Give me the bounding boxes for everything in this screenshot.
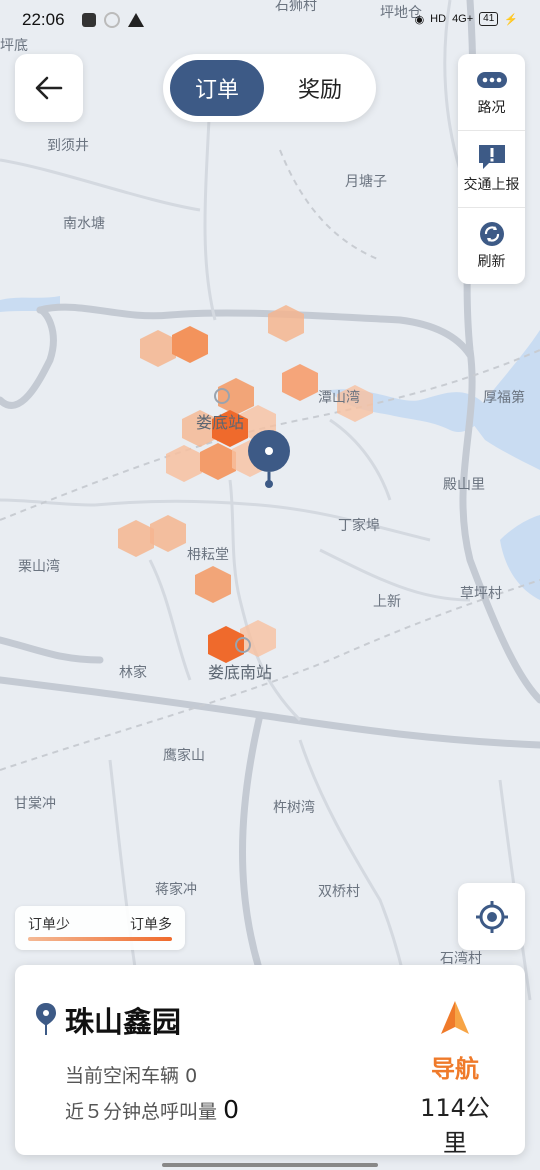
map-label: 双桥村: [318, 883, 360, 899]
hd-badge: HD: [430, 13, 447, 25]
map-label: 林家: [119, 664, 147, 680]
traffic-label: 路况: [477, 100, 506, 116]
map-label: 枏耘堂: [187, 546, 229, 562]
navigation-arrow-icon: [441, 1001, 469, 1034]
map-label: 潭山湾: [318, 389, 360, 405]
crosshair-icon: [475, 900, 508, 933]
map-label: 杵树湾: [273, 799, 315, 815]
map-label: 殿山里: [443, 476, 485, 492]
notification-icon: [82, 13, 96, 27]
calls-value: 0: [223, 1095, 239, 1124]
map-label: 丁家埠: [338, 517, 380, 533]
idle-vehicles-label: 当前空闲车辆: [65, 1065, 180, 1087]
traffic-report-label: 交通上报: [463, 177, 520, 193]
location-pin-icon: [36, 1003, 56, 1035]
calls-row: 近５分钟总呼叫量 0: [65, 1095, 239, 1124]
heatmap-legend: 订单少 订单多: [15, 906, 185, 950]
idle-vehicles-value: 0: [185, 1065, 198, 1087]
map-label: 娄底站: [196, 414, 244, 432]
traffic-button[interactable]: 路况: [458, 54, 525, 130]
map-label: 月塘子: [345, 173, 387, 189]
map-label: 草坪村: [460, 585, 502, 601]
refresh-button[interactable]: 刷新: [458, 207, 525, 284]
legend-low-label: 订单少: [28, 917, 70, 933]
tab-rewards[interactable]: 奖励: [273, 60, 367, 116]
location-status-icon: ◉: [414, 13, 425, 26]
map-label: 石湾村: [440, 950, 482, 966]
home-indicator[interactable]: [162, 1163, 378, 1167]
loading-icon: [104, 12, 120, 28]
map-label: 甘棠冲: [14, 795, 56, 811]
map-label: 蒋家冲: [155, 881, 197, 897]
map-tools-panel: 路况 交通上报 刷新: [458, 54, 525, 284]
status-bar: 22:06 ◉ HD 4G+ 41 ⚡: [0, 0, 540, 40]
idle-vehicles-row: 当前空闲车辆 0: [65, 1061, 197, 1088]
legend-high-label: 订单多: [130, 917, 172, 933]
warning-icon: [128, 13, 144, 27]
tab-switcher: 订单 奖励: [163, 54, 376, 122]
map-label: 鹰家山: [163, 747, 205, 763]
location-name: 珠山鑫园: [65, 1005, 182, 1039]
charging-icon: ⚡: [504, 13, 518, 26]
map-label: 南水塘: [63, 215, 105, 231]
calls-label: 近５分钟总呼叫量: [65, 1101, 218, 1123]
map-label: 栗山湾: [18, 558, 60, 574]
network-label: 4G+: [452, 13, 474, 25]
report-icon: [478, 145, 505, 169]
refresh-label: 刷新: [477, 254, 506, 270]
tab-orders[interactable]: 订单: [170, 60, 264, 116]
map-label: 娄底南站: [208, 664, 272, 682]
locate-me-button[interactable]: [458, 883, 525, 950]
location-card: 珠山鑫园 当前空闲车辆 0 近５分钟总呼叫量 0 导航 114公里: [15, 965, 525, 1157]
navigate-label: 导航: [431, 1055, 479, 1083]
back-button[interactable]: [15, 54, 83, 122]
navigate-button[interactable]: 导航 114公里: [410, 1001, 500, 1157]
traffic-report-button[interactable]: 交通上报: [458, 130, 525, 207]
map-label: 厚福第: [483, 389, 525, 405]
arrow-left-icon: [35, 76, 63, 100]
status-time: 22:06: [22, 10, 65, 29]
battery-icon: 41: [479, 12, 499, 26]
refresh-icon: [479, 222, 504, 246]
map-label: 上新: [373, 593, 401, 609]
distance-value: 114公里: [420, 1094, 490, 1157]
more-dots-icon: [476, 72, 507, 88]
map-label: 到须井: [47, 137, 89, 153]
legend-gradient-bar: [28, 937, 172, 941]
